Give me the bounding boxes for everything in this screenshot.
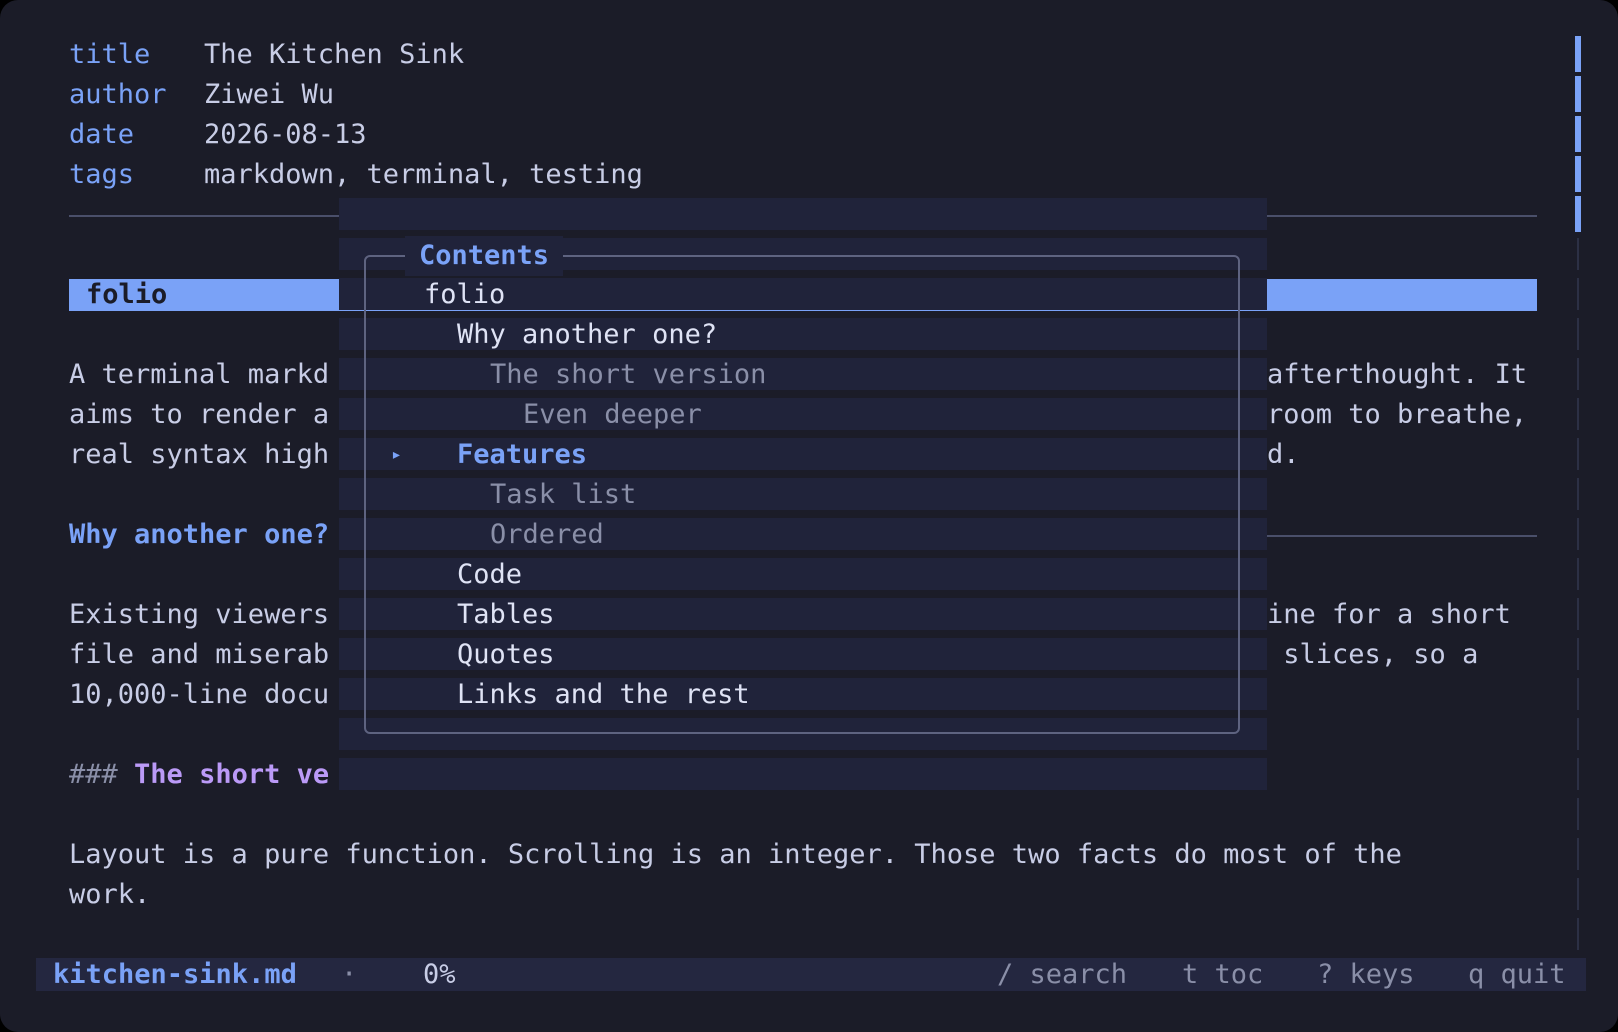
scrollbar-segment — [1577, 278, 1579, 310]
toc-row-background — [339, 198, 1267, 230]
frontmatter-value-tags: markdown, terminal, testing — [204, 159, 643, 190]
scrollbar-segment — [1577, 878, 1579, 910]
paragraph-line: slices, so a — [1267, 639, 1479, 670]
toc-item[interactable]: Features — [457, 435, 587, 475]
status-filename: kitchen-sink.md — [53, 959, 297, 990]
hint-quit[interactable]: q quit — [1468, 958, 1566, 991]
frontmatter-key: title — [69, 39, 151, 70]
terminal-window: title The Kitchen Sink author Ziwei Wu d… — [0, 0, 1618, 1032]
scrollbar-segment — [1577, 358, 1579, 390]
h3-marker: ### — [69, 759, 118, 790]
paragraph-line: 10,000-line docu — [69, 679, 330, 710]
frontmatter-key: author — [69, 79, 167, 110]
paragraph-line: file and miserab — [69, 639, 330, 670]
toc-item[interactable]: Tables — [457, 595, 555, 635]
scrollbar-segment — [1577, 718, 1579, 750]
toc-item[interactable]: Task list — [490, 475, 636, 515]
toc-item[interactable]: Even deeper — [523, 395, 702, 435]
toc-item[interactable]: Code — [457, 555, 522, 595]
paragraph-line: room to breathe, — [1267, 399, 1528, 430]
toc-item[interactable]: Ordered — [490, 515, 604, 555]
scrollbar-segment — [1577, 438, 1579, 470]
toc-item[interactable]: Links and the rest — [457, 675, 750, 715]
h2-heading: Why another one? — [69, 519, 330, 550]
frontmatter-key: date — [69, 119, 135, 150]
frontmatter-key: tags — [69, 159, 135, 190]
paragraph-line: real syntax high — [69, 439, 330, 470]
hint-keys[interactable]: ? keys — [1317, 958, 1415, 991]
toc-item[interactable]: Why another one? — [457, 315, 717, 355]
scrollbar-segment — [1577, 598, 1579, 630]
scrollbar-thumb[interactable] — [1575, 36, 1581, 234]
scrollbar-segment — [1577, 838, 1579, 870]
hint-search[interactable]: / search — [997, 958, 1127, 991]
h1-heading: folio — [86, 279, 168, 310]
scrollbar-segment — [1577, 798, 1579, 830]
toc-item[interactable]: Quotes — [457, 635, 555, 675]
scrollbar-segment — [1577, 918, 1579, 950]
paragraph-line: Layout is a pure function. Scrolling is … — [69, 839, 1402, 870]
toc-item[interactable]: folio — [424, 275, 505, 315]
scrollbar-thumb-segment — [1575, 76, 1581, 112]
scrollbar-segment — [1577, 398, 1579, 430]
scrollbar-segment — [1577, 678, 1579, 710]
scrollbar-segment — [1577, 758, 1579, 790]
paragraph-line: ine for a short — [1267, 599, 1511, 630]
frontmatter-value-date: 2026-08-13 — [204, 119, 367, 150]
scrollbar-segment — [1577, 318, 1579, 350]
frontmatter-value-title: The Kitchen Sink — [204, 39, 465, 70]
status-bar: kitchen-sink.md · 0% / search t toc ? ke… — [36, 958, 1586, 991]
paragraph-line: aims to render a — [69, 399, 330, 430]
paragraph-line: d. — [1267, 439, 1300, 470]
scrollbar-segment — [1577, 478, 1579, 510]
toc-modal: Contents ▸ folio Why another one? The shor… — [339, 198, 1267, 792]
scrollbar-thumb-segment — [1575, 196, 1581, 232]
toc-item[interactable]: The short version — [490, 355, 766, 395]
toc-title: Contents — [405, 236, 564, 276]
scrollbar-segment — [1577, 238, 1579, 270]
frontmatter-value-author: Ziwei Wu — [204, 79, 335, 110]
h3-heading: ### The short ve — [69, 755, 329, 795]
status-progress: 0% — [423, 959, 456, 990]
scrollbar-segment — [1577, 638, 1579, 670]
paragraph-line: A terminal markd — [69, 359, 330, 390]
toc-row-background — [339, 758, 1267, 790]
scrollbar-thumb-segment — [1575, 116, 1581, 152]
scrollbar-thumb-segment — [1575, 156, 1581, 192]
scrollbar-thumb-segment — [1575, 36, 1581, 72]
h3-heading-text: The short ve — [134, 759, 330, 790]
paragraph-line: work. — [69, 879, 151, 910]
paragraph-line: afterthought. It — [1267, 359, 1528, 390]
h2-underline — [1267, 535, 1537, 537]
toc-selection-marker-icon: ▸ — [391, 444, 402, 465]
paragraph-line: Existing viewers — [69, 599, 330, 630]
scrollbar-segment — [1577, 518, 1579, 550]
scrollbar-segment — [1577, 558, 1579, 590]
status-separator: · — [341, 959, 358, 990]
hint-toc[interactable]: t toc — [1182, 958, 1263, 991]
